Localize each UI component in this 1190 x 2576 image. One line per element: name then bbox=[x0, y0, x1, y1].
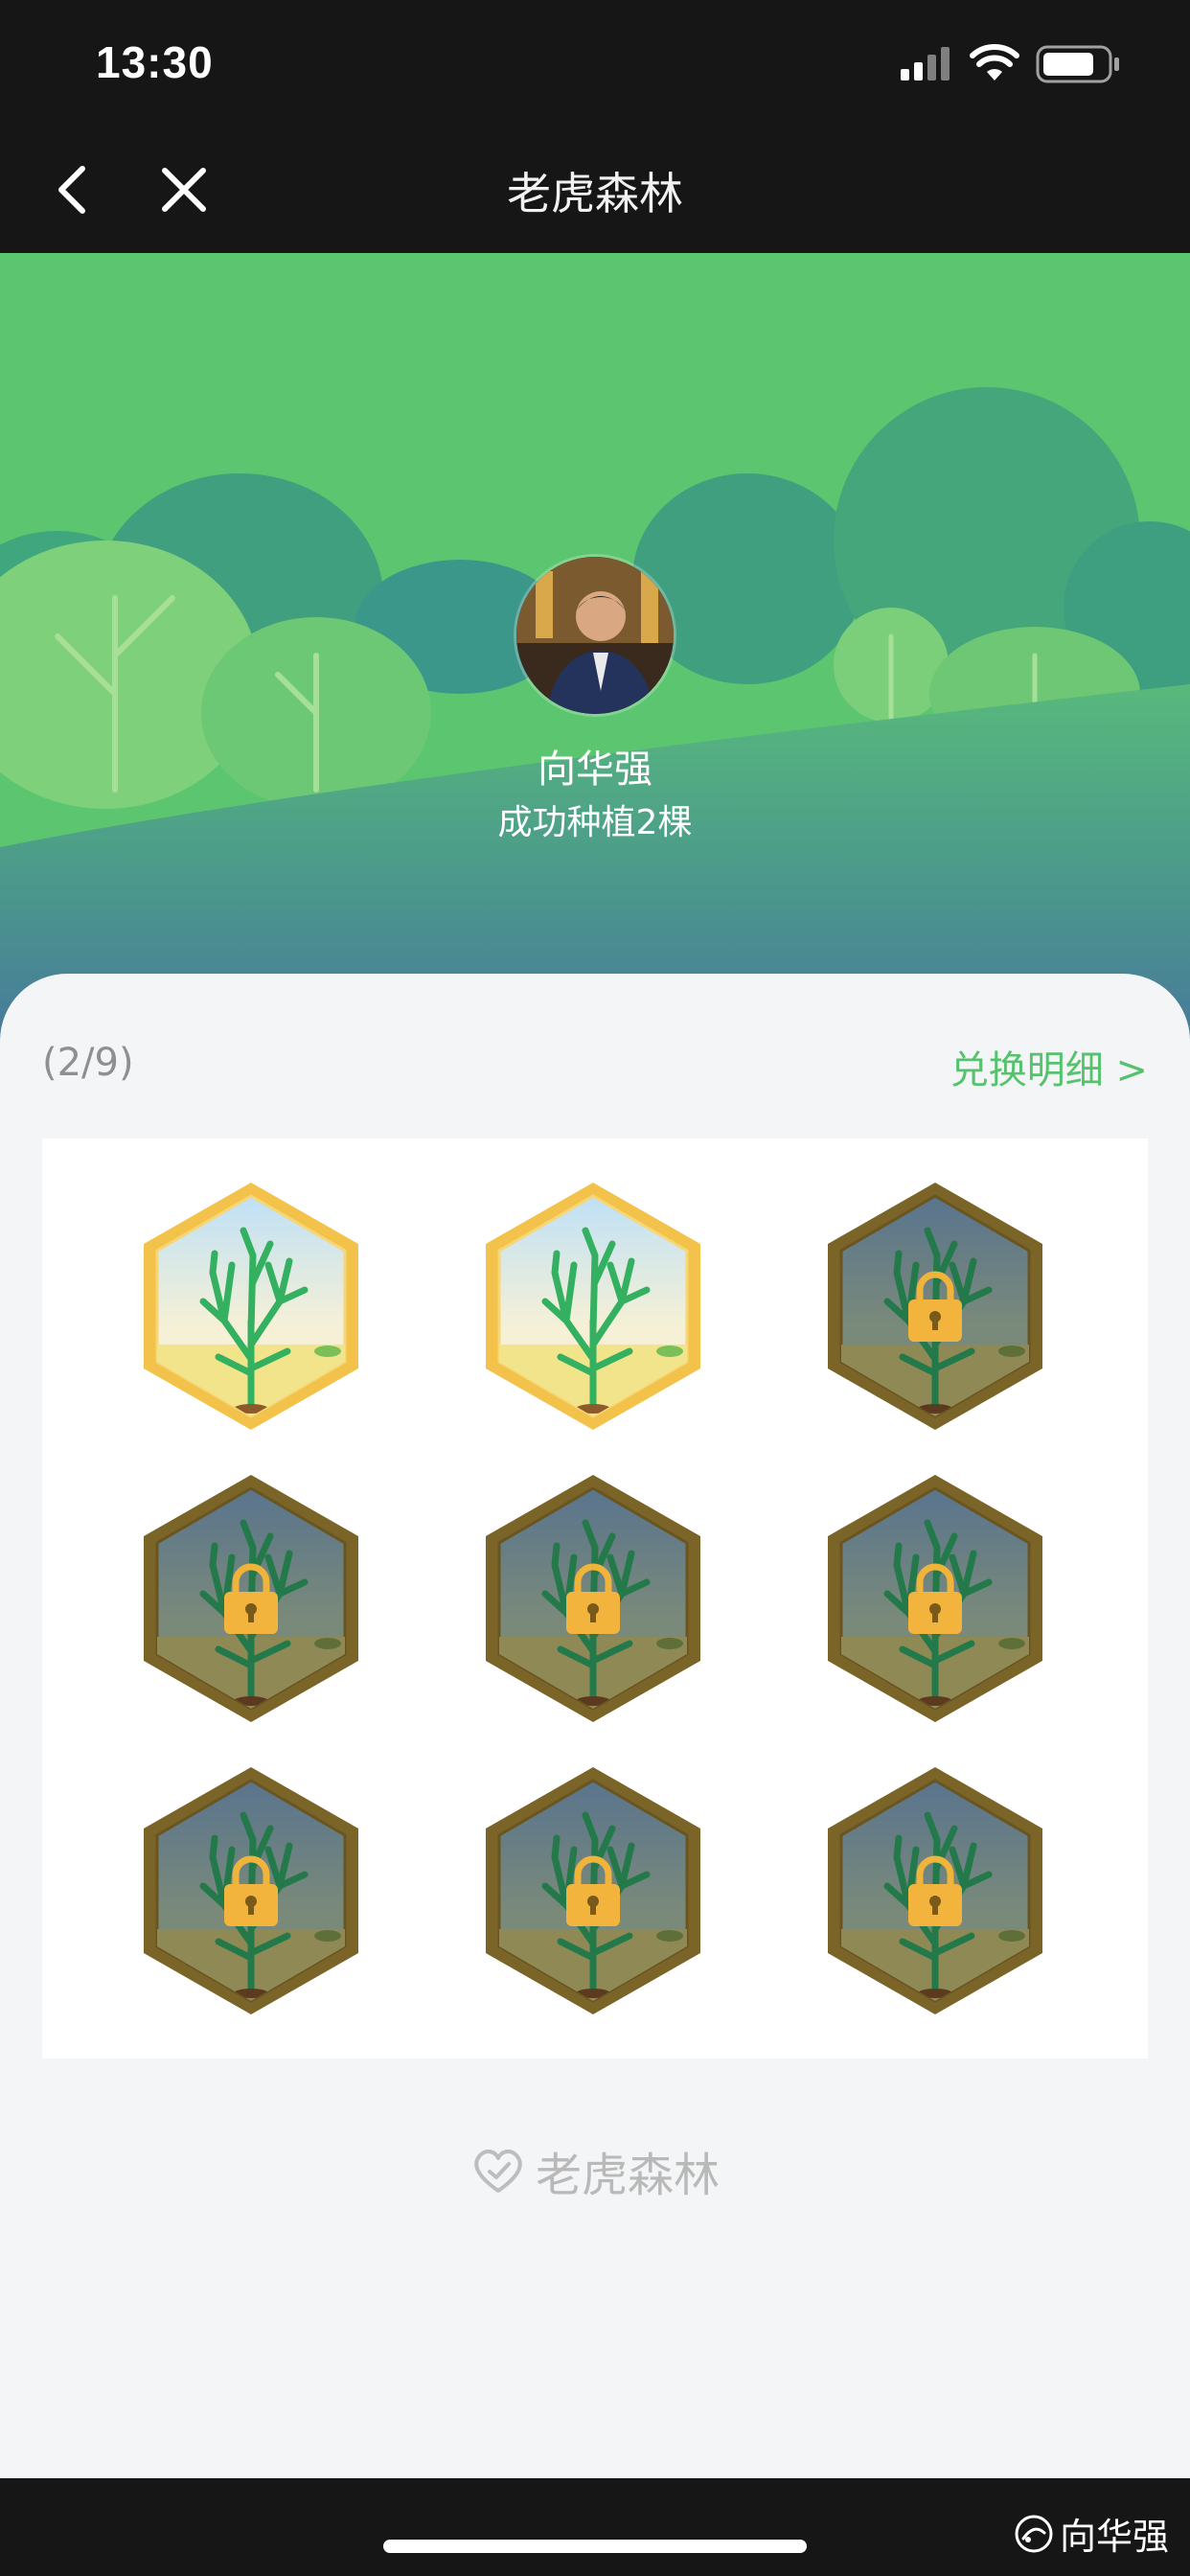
watermark: 向华强 bbox=[1014, 2507, 1169, 2560]
exchange-details-link[interactable]: 兑换明细 > bbox=[950, 1039, 1148, 1094]
tree-badge-locked[interactable] bbox=[478, 1761, 708, 2020]
status-time: 13:30 bbox=[96, 37, 214, 87]
tree-badge-locked[interactable] bbox=[820, 1469, 1050, 1728]
tree-badge-locked[interactable] bbox=[136, 1469, 366, 1728]
watermark-icon bbox=[1014, 2514, 1054, 2554]
cellular-signal-icon bbox=[901, 47, 950, 80]
avatar[interactable] bbox=[514, 554, 676, 717]
badge-sheet: (2/9) 兑换明细 > 老虎森林 bbox=[0, 974, 1190, 2478]
home-indicator[interactable] bbox=[383, 2540, 807, 2553]
planted-count: 成功种植2棵 bbox=[497, 803, 693, 842]
bottom-bar: 向华强 bbox=[0, 2478, 1190, 2576]
badge-grid bbox=[42, 1138, 1148, 2058]
tree-badge-unlocked[interactable] bbox=[136, 1177, 366, 1436]
nav-bar: 老虎森林 bbox=[0, 126, 1190, 253]
tree-badge-locked[interactable] bbox=[136, 1761, 366, 2020]
tree-badge-locked[interactable] bbox=[820, 1177, 1050, 1436]
tree-badge-locked[interactable] bbox=[478, 1469, 708, 1728]
heart-leaf-icon bbox=[470, 2143, 526, 2198]
tree-badge-unlocked[interactable] bbox=[478, 1177, 708, 1436]
page-title: 老虎森林 bbox=[507, 168, 683, 219]
hero-banner: 向华强 成功种植2棵 bbox=[0, 253, 1190, 1039]
wifi-icon bbox=[970, 44, 1019, 80]
user-name: 向华强 bbox=[538, 748, 652, 792]
status-icons bbox=[901, 42, 1131, 84]
brand-footer: 老虎森林 bbox=[0, 2137, 1190, 2204]
battery-icon bbox=[1036, 45, 1119, 83]
brand-name: 老虎森林 bbox=[535, 2149, 720, 2202]
tree-badge-locked[interactable] bbox=[820, 1761, 1050, 2020]
status-bar: 13:30 bbox=[0, 0, 1190, 126]
watermark-text: 向华强 bbox=[1059, 2516, 1169, 2558]
badge-progress: (2/9) bbox=[42, 1041, 134, 1085]
